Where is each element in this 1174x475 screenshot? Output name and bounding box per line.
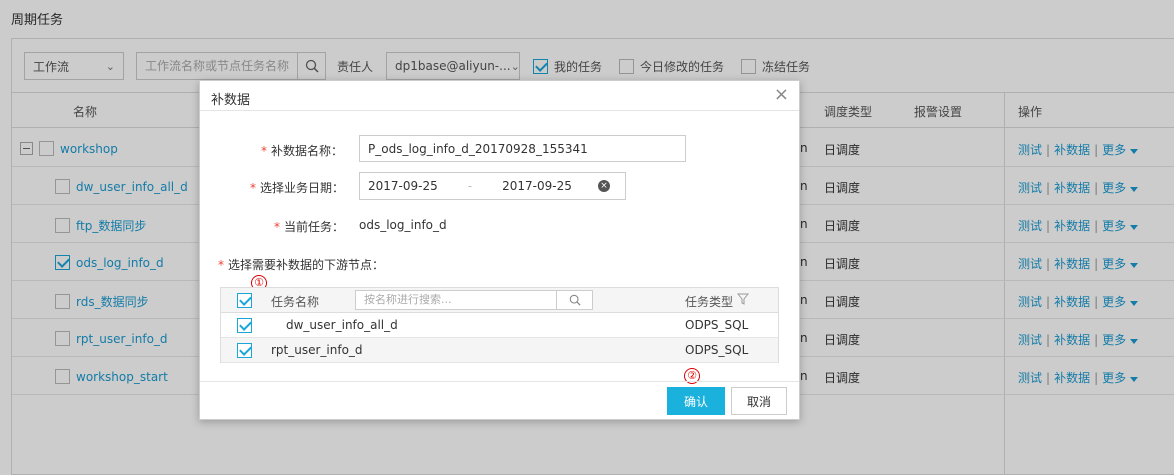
name-label: * 补数据名称： (261, 142, 343, 159)
backfill-name-field[interactable]: P_ods_log_info_d_20170928_155341 (359, 135, 686, 162)
task-type: ODPS_SQL (685, 343, 749, 357)
col-task-name: 任务名称 (271, 295, 320, 309)
required-mark: * (218, 258, 224, 272)
date-separator: - (467, 179, 473, 193)
dialog-title: 补数据 (211, 93, 251, 108)
close-icon[interactable]: × (774, 85, 789, 105)
cancel-button[interactable]: 取消 (731, 387, 787, 415)
task-search-input[interactable]: 按名称进行搜索... (355, 290, 593, 310)
col-task-type: 任务类型 (685, 295, 734, 309)
required-mark: * (261, 144, 267, 158)
clear-icon[interactable]: × (598, 180, 610, 192)
dialog-header: 补数据 × (200, 81, 799, 111)
date-label-text: 选择业务日期： (260, 181, 345, 195)
backfill-name-value: P_ods_log_info_d_20170928_155341 (368, 141, 588, 156)
task-type: ODPS_SQL (685, 318, 749, 332)
select-all-checkbox[interactable] (237, 293, 252, 308)
downstream-table-header: 任务名称 按名称进行搜索... 任务类型 (221, 288, 778, 313)
current-task-value: ods_log_info_d (359, 218, 447, 232)
downstream-table: 任务名称 按名称进行搜索... 任务类型 dw_user_info_all_d … (220, 287, 779, 363)
task-search-button[interactable] (556, 291, 592, 309)
required-mark: * (250, 181, 256, 195)
task-search-placeholder: 按名称进行搜索... (364, 293, 452, 306)
table-row: rpt_user_info_d ODPS_SQL (221, 338, 778, 363)
current-task-label: * 当前任务： (274, 218, 344, 235)
date-start[interactable]: 2017-09-25 (368, 179, 438, 193)
confirm-button[interactable]: 确认 (667, 387, 725, 415)
name-label-text: 补数据名称： (271, 144, 344, 158)
date-end[interactable]: 2017-09-25 (502, 179, 572, 193)
dialog-footer: 确认 取消 (200, 381, 799, 419)
backfill-dialog: 补数据 × * 补数据名称： P_ods_log_info_d_20170928_… (199, 80, 800, 420)
search-icon (569, 294, 581, 306)
task-name: rpt_user_info_d (271, 343, 363, 357)
date-range-picker[interactable]: 2017-09-25 - 2017-09-25 × (359, 172, 626, 200)
row-checkbox[interactable] (237, 318, 252, 333)
downstream-label-text: 选择需要补数据的下游节点： (228, 258, 385, 272)
required-mark: * (274, 220, 280, 234)
date-label: * 选择业务日期： (250, 179, 344, 196)
row-checkbox[interactable] (237, 343, 252, 358)
current-task-label-text: 当前任务： (284, 220, 345, 234)
table-row: dw_user_info_all_d ODPS_SQL (221, 313, 778, 338)
task-name: dw_user_info_all_d (286, 318, 398, 332)
downstream-label: * 选择需要补数据的下游节点： (218, 256, 384, 273)
filter-icon[interactable] (737, 293, 749, 305)
